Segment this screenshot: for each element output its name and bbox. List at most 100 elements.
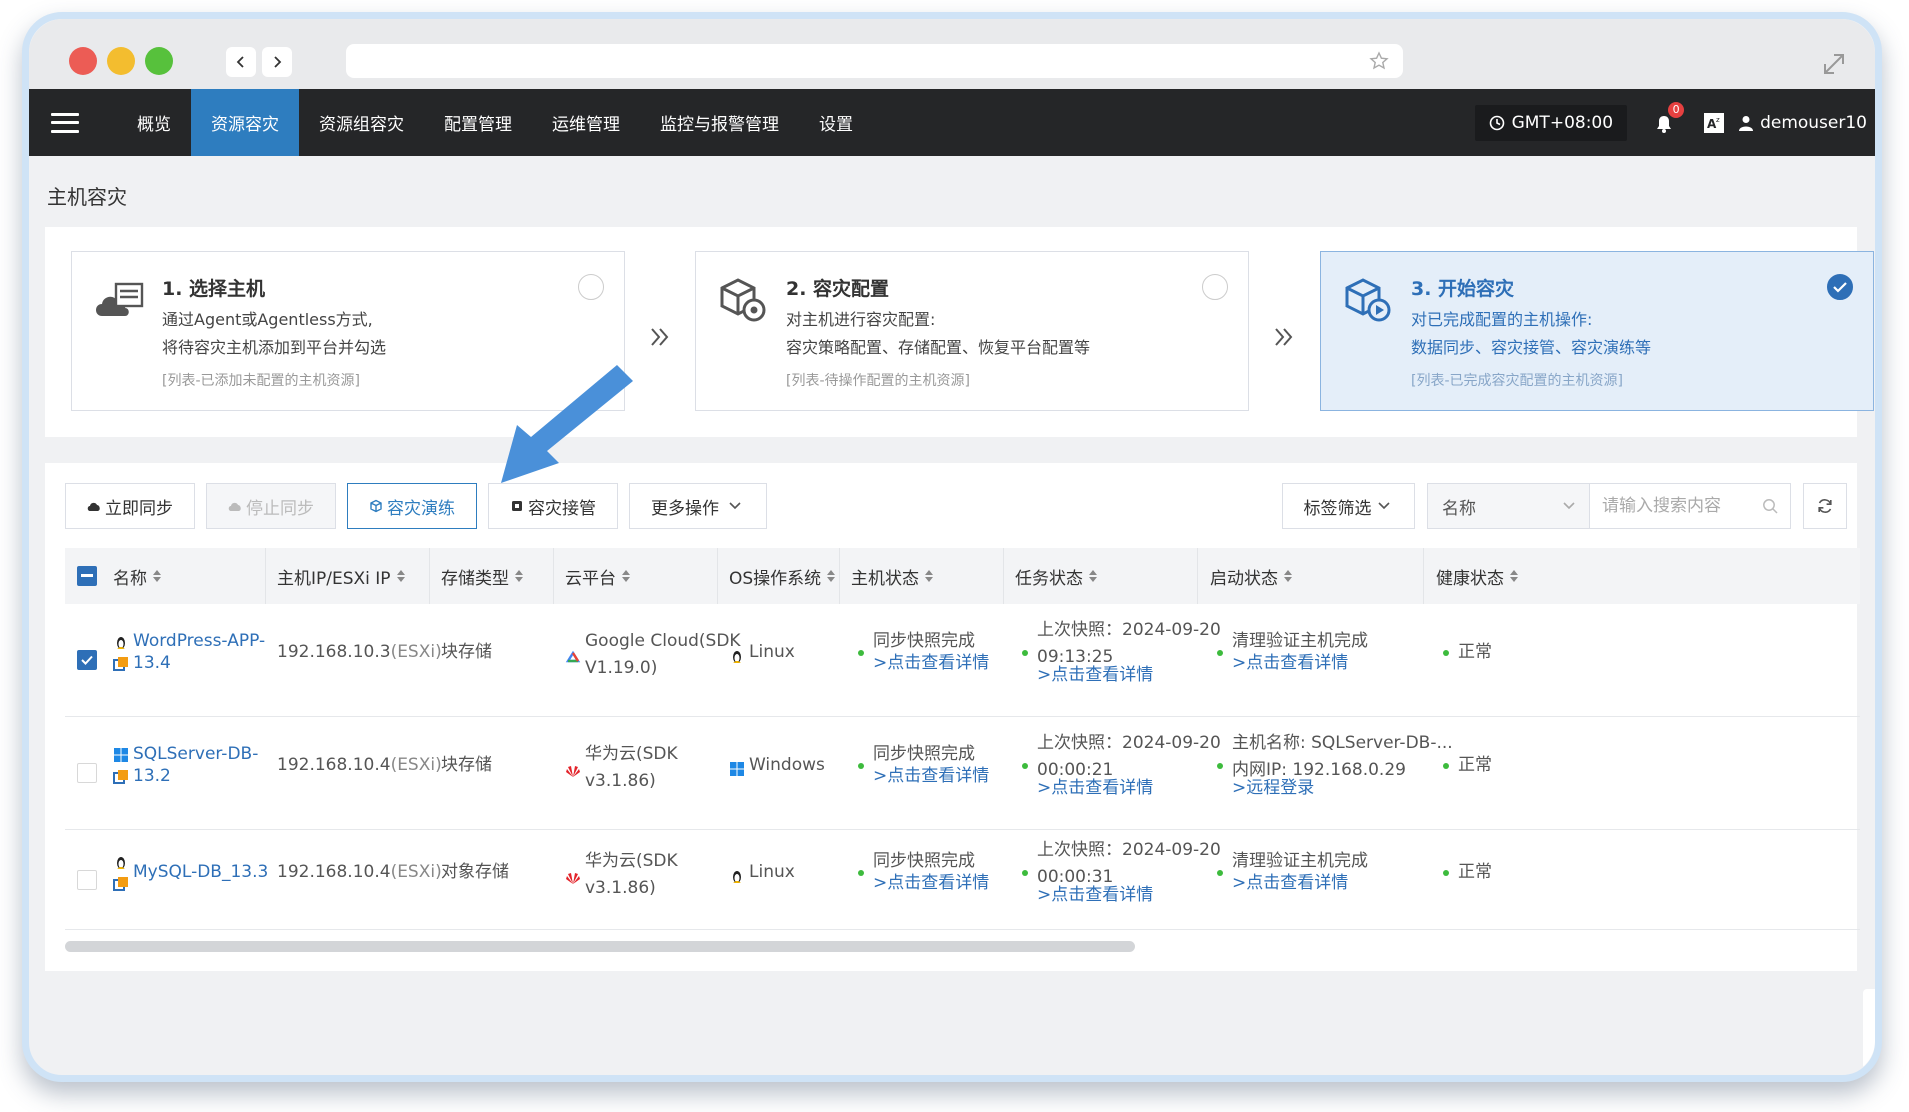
select-all-checkbox[interactable] <box>77 566 97 586</box>
indeterminate-icon <box>81 574 93 577</box>
step-radio[interactable] <box>578 274 604 300</box>
double-chevron-right-icon <box>1275 328 1293 346</box>
cloud-sync-icon <box>87 502 100 511</box>
dr-takeover-button[interactable]: 容灾接管 <box>488 483 618 529</box>
sort-icon <box>1510 570 1518 582</box>
status-dot <box>858 650 864 656</box>
browser-forward-button[interactable] <box>262 47 292 77</box>
step-dr-config[interactable]: 2. 容灾配置 对主机进行容灾配置: 容灾策略配置、存储配置、恢复平台配置等 [… <box>695 251 1249 411</box>
cloud-line: v3.1.86) <box>585 878 656 898</box>
cloud-line: v3.1.86) <box>585 771 656 791</box>
refresh-button[interactable] <box>1803 483 1847 529</box>
row-checkbox[interactable] <box>77 763 97 783</box>
task-detail-link[interactable]: >点击查看详情 <box>1037 882 1153 909</box>
step-description: 对已完成配置的主机操作: 数据同步、容灾接管、容灾演练等 <box>1411 306 1651 362</box>
column-header-health[interactable]: 健康状态 <box>1436 548 1518 604</box>
column-header-name[interactable]: 名称 <box>113 548 161 604</box>
host-status-detail-link[interactable]: >点击查看详情 <box>873 650 989 677</box>
column-header-task-status[interactable]: 任务状态 <box>1015 548 1097 604</box>
svg-text:z: z <box>1716 116 1720 124</box>
notifications-button[interactable]: 0 <box>1653 101 1685 134</box>
host-status-detail-link[interactable]: >点击查看详情 <box>873 870 989 897</box>
check-icon <box>1833 282 1847 293</box>
address-bar[interactable] <box>346 44 1403 78</box>
host-name-link-suffix[interactable]: 13.2 <box>133 763 171 790</box>
boot-line: 主机名称: SQLServer-DB-... <box>1232 733 1453 753</box>
nav-item-ops-management[interactable]: 运维管理 <box>532 89 640 156</box>
status-dot <box>1443 870 1449 876</box>
google-cloud-icon <box>565 650 581 663</box>
column-label: 云平台 <box>565 568 616 589</box>
annotation-arrow-icon <box>501 365 633 483</box>
sort-icon <box>622 570 630 582</box>
status-dot <box>1217 763 1223 769</box>
host-name-link[interactable]: MySQL-DB_13.3 <box>133 859 268 886</box>
nav-item-config-management[interactable]: 配置管理 <box>424 89 532 156</box>
side-tab[interactable] <box>1863 989 1875 1069</box>
search-input[interactable] <box>1602 496 1752 516</box>
check-icon <box>81 655 93 665</box>
host-status-detail-link[interactable]: >点击查看详情 <box>873 763 989 790</box>
nav-item-monitoring-alerts[interactable]: 监控与报警管理 <box>640 89 799 156</box>
search-icon[interactable] <box>1762 498 1778 514</box>
minimize-window-button[interactable] <box>107 47 135 75</box>
page-title: 主机容灾 <box>47 185 127 209</box>
nav-item-resource-group-dr[interactable]: 资源组容灾 <box>299 89 424 156</box>
status-dot <box>1022 650 1028 656</box>
column-header-cloud[interactable]: 云平台 <box>565 548 630 604</box>
table-row[interactable]: WordPress-APP- 13.4 192.168.10.3(ESXi) 块… <box>65 604 1860 717</box>
nav-item-settings[interactable]: 设置 <box>799 89 873 156</box>
maximize-window-button[interactable] <box>145 47 173 75</box>
nav-item-overview[interactable]: 概览 <box>117 89 191 156</box>
bookmark-star-icon[interactable] <box>1369 51 1389 71</box>
table-row[interactable]: MySQL-DB_13.3 192.168.10.4(ESXi) 对象存储 华为… <box>65 830 1860 930</box>
host-name-link-suffix[interactable]: 13.4 <box>133 650 171 677</box>
more-actions-dropdown[interactable]: 更多操作 <box>629 483 767 529</box>
sync-now-button[interactable]: 立即同步 <box>65 483 195 529</box>
user-menu[interactable]: demouser10 <box>1739 113 1867 133</box>
nav-item-resource-dr[interactable]: 资源容灾 <box>191 89 299 156</box>
row-checkbox[interactable] <box>77 870 97 890</box>
timezone-button[interactable]: GMT+08:00 <box>1474 104 1628 141</box>
step-start-dr[interactable]: 3. 开始容灾 对已完成配置的主机操作: 数据同步、容灾接管、容灾演练等 [列表… <box>1320 251 1874 411</box>
browser-back-button[interactable] <box>226 47 256 77</box>
status-dot <box>858 763 864 769</box>
ip-suffix: (ESXi) <box>390 642 442 662</box>
step-hint: [列表-已完成容灾配置的主机资源] <box>1411 373 1623 389</box>
top-navigation: 概览 资源容灾 资源组容灾 配置管理 运维管理 监控与报警管理 设置 GMT+0… <box>29 89 1875 156</box>
close-window-button[interactable] <box>69 47 97 75</box>
boot-detail-link[interactable]: >点击查看详情 <box>1232 870 1348 897</box>
step-hint: [列表-待操作配置的主机资源] <box>786 373 970 389</box>
column-label: 启动状态 <box>1210 568 1278 589</box>
column-header-os[interactable]: OS操作系统 <box>729 548 836 604</box>
sort-icon <box>515 570 523 582</box>
column-header-host-status[interactable]: 主机状态 <box>851 548 933 604</box>
column-header-ip[interactable]: 主机IP/ESXi IP <box>277 548 405 604</box>
task-detail-link[interactable]: >点击查看详情 <box>1037 662 1153 689</box>
start-dr-cube-icon <box>1345 278 1391 322</box>
menu-icon[interactable] <box>51 112 79 133</box>
row-checkbox[interactable] <box>77 650 97 670</box>
os-name: Linux <box>749 642 795 662</box>
tag-filter-dropdown[interactable]: 标签筛选 <box>1282 483 1415 529</box>
horizontal-scrollbar[interactable] <box>65 941 1135 952</box>
step-radio[interactable] <box>1202 274 1228 300</box>
remote-login-link[interactable]: >远程登录 <box>1232 775 1314 802</box>
column-header-boot-status[interactable]: 启动状态 <box>1210 548 1292 604</box>
expand-icon[interactable] <box>1819 49 1849 79</box>
language-icon[interactable]: Az <box>1703 112 1725 134</box>
step-radio-checked[interactable] <box>1827 274 1853 300</box>
search-field-select[interactable]: 名称 <box>1427 483 1590 529</box>
column-label: 存储类型 <box>441 568 509 589</box>
step-title: 1. 选择主机 <box>162 278 266 300</box>
stop-sync-button[interactable]: 停止同步 <box>206 483 336 529</box>
column-header-storage[interactable]: 存储类型 <box>441 548 523 604</box>
boot-detail-link[interactable]: >点击查看详情 <box>1232 650 1348 677</box>
ip-suffix: (ESXi) <box>390 755 442 775</box>
step-desc-line: 数据同步、容灾接管、容灾演练等 <box>1411 338 1652 357</box>
task-detail-link[interactable]: >点击查看详情 <box>1037 775 1153 802</box>
table-row[interactable]: SQLServer-DB- 13.2 192.168.10.4(ESXi) 块存… <box>65 717 1860 830</box>
dr-drill-button[interactable]: 容灾演练 <box>347 483 477 529</box>
sort-icon <box>153 570 161 582</box>
windows-icon <box>114 748 128 762</box>
